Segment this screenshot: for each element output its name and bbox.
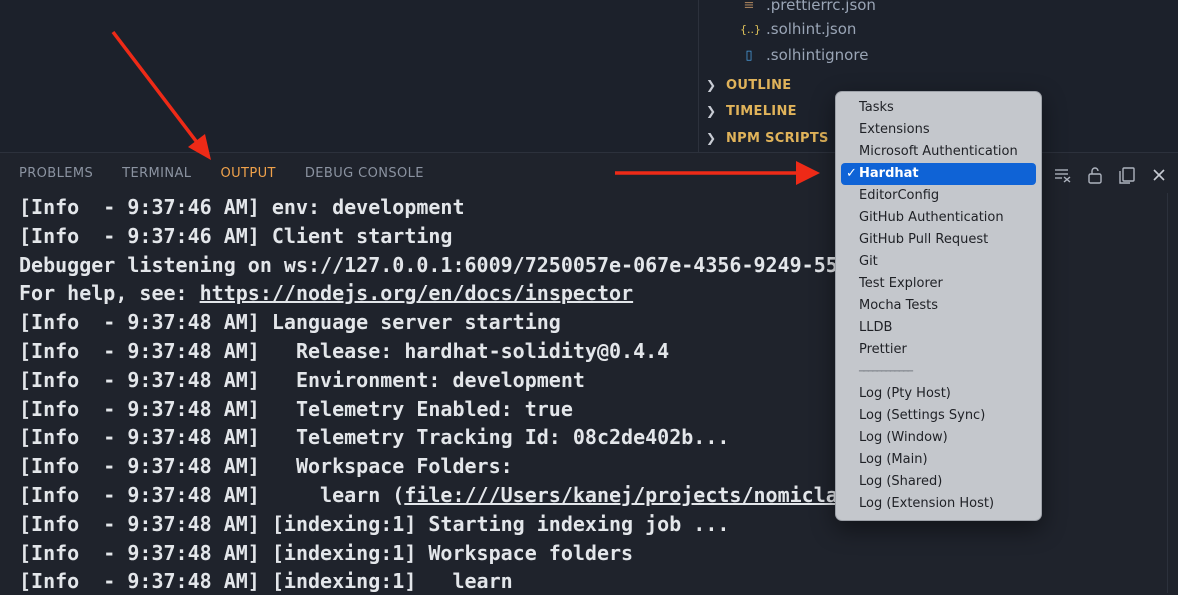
file-name: .solhintignore (766, 46, 869, 64)
log-line: [Info - 9:37:48 AM] [indexing:1] learn (19, 569, 513, 593)
file-solhintignore[interactable]: ▯ .solhintignore (740, 43, 868, 67)
menu-item-test-explorer[interactable]: Test Explorer (841, 273, 1036, 295)
menu-item-github-authentication[interactable]: GitHub Authentication (841, 207, 1036, 229)
menu-item-extensions[interactable]: Extensions (841, 119, 1036, 141)
panel-toolbar (1026, 163, 1170, 187)
section-outline[interactable]: ❯ OUTLINE (706, 73, 791, 97)
output-channel-dropdown: Tasks Extensions Microsoft Authenticatio… (835, 91, 1042, 521)
menu-item-log-settings-sync[interactable]: Log (Settings Sync) (841, 405, 1036, 427)
file-prettierrc[interactable]: ≡ .prettierrc.json (740, 0, 876, 17)
file-lines-icon: ≡ (743, 0, 755, 13)
menu-item-lldb[interactable]: LLDB (841, 317, 1036, 339)
menu-item-github-pull-request[interactable]: GitHub Pull Request (841, 229, 1036, 251)
menu-item-microsoft-authentication[interactable]: Microsoft Authentication (841, 141, 1036, 163)
tab-output[interactable]: OUTPUT (220, 160, 275, 187)
menu-item-mocha-tests[interactable]: Mocha Tests (841, 295, 1036, 317)
menu-separator: ──────────── (859, 367, 913, 377)
menu-item-log-extension-host[interactable]: Log (Extension Host) (841, 493, 1036, 515)
close-icon[interactable] (1148, 164, 1170, 186)
menu-item-log-pty-host[interactable]: Log (Pty Host) (841, 383, 1036, 405)
copy-icon[interactable] (1116, 164, 1138, 186)
section-npm-scripts[interactable]: ❯ NPM SCRIPTS (706, 126, 829, 150)
menu-item-prettier[interactable]: Prettier (841, 339, 1036, 361)
menu-item-log-main[interactable]: Log (Main) (841, 449, 1036, 471)
file-icon: ▯ (745, 47, 753, 63)
section-label: OUTLINE (726, 77, 792, 93)
tab-terminal[interactable]: TERMINAL (122, 160, 191, 187)
tab-debug-console[interactable]: DEBUG CONSOLE (305, 160, 424, 187)
section-label: NPM SCRIPTS (726, 130, 829, 146)
file-name: .solhint.json (766, 20, 857, 38)
panel-tabs: PROBLEMS TERMINAL OUTPUT DEBUG CONSOLE (0, 153, 434, 193)
editor-area (0, 0, 698, 152)
section-label: TIMELINE (726, 103, 797, 119)
lock-icon[interactable] (1084, 164, 1106, 186)
menu-item-git[interactable]: Git (841, 251, 1036, 273)
menu-item-hardhat[interactable]: ✓ Hardhat (841, 163, 1036, 185)
chevron-right-icon: ❯ (706, 131, 717, 145)
log-link[interactable]: https://nodejs.org/en/docs/inspector (200, 281, 633, 305)
menu-item-log-shared[interactable]: Log (Shared) (841, 471, 1036, 493)
log-link[interactable]: file:///Users/kanej/projects/nomiclab (404, 483, 850, 507)
menu-item-label: Hardhat (859, 166, 919, 181)
menu-item-editorconfig[interactable]: EditorConfig (841, 185, 1036, 207)
file-solhint-json[interactable]: {..} .solhint.json (740, 17, 856, 41)
section-timeline[interactable]: ❯ TIMELINE (706, 99, 797, 123)
chevron-right-icon: ❯ (706, 78, 717, 92)
clear-output-icon[interactable] (1052, 164, 1074, 186)
log-text: For help, see: (19, 281, 200, 306)
menu-item-log-window[interactable]: Log (Window) (841, 427, 1036, 449)
chevron-right-icon: ❯ (706, 104, 717, 118)
log-line: [Info - 9:37:48 AM] [indexing:1] Workspa… (19, 540, 634, 565)
checkmark-icon: ✓ (846, 166, 857, 181)
json-braces-icon: {..} (740, 22, 761, 36)
output-scrollbar[interactable] (1167, 193, 1168, 593)
menu-item-tasks[interactable]: Tasks (841, 97, 1036, 119)
log-text: [Info - 9:37:48 AM] learn ( (19, 482, 405, 507)
tab-problems[interactable]: PROBLEMS (19, 160, 93, 187)
file-name: .prettierrc.json (766, 0, 876, 14)
